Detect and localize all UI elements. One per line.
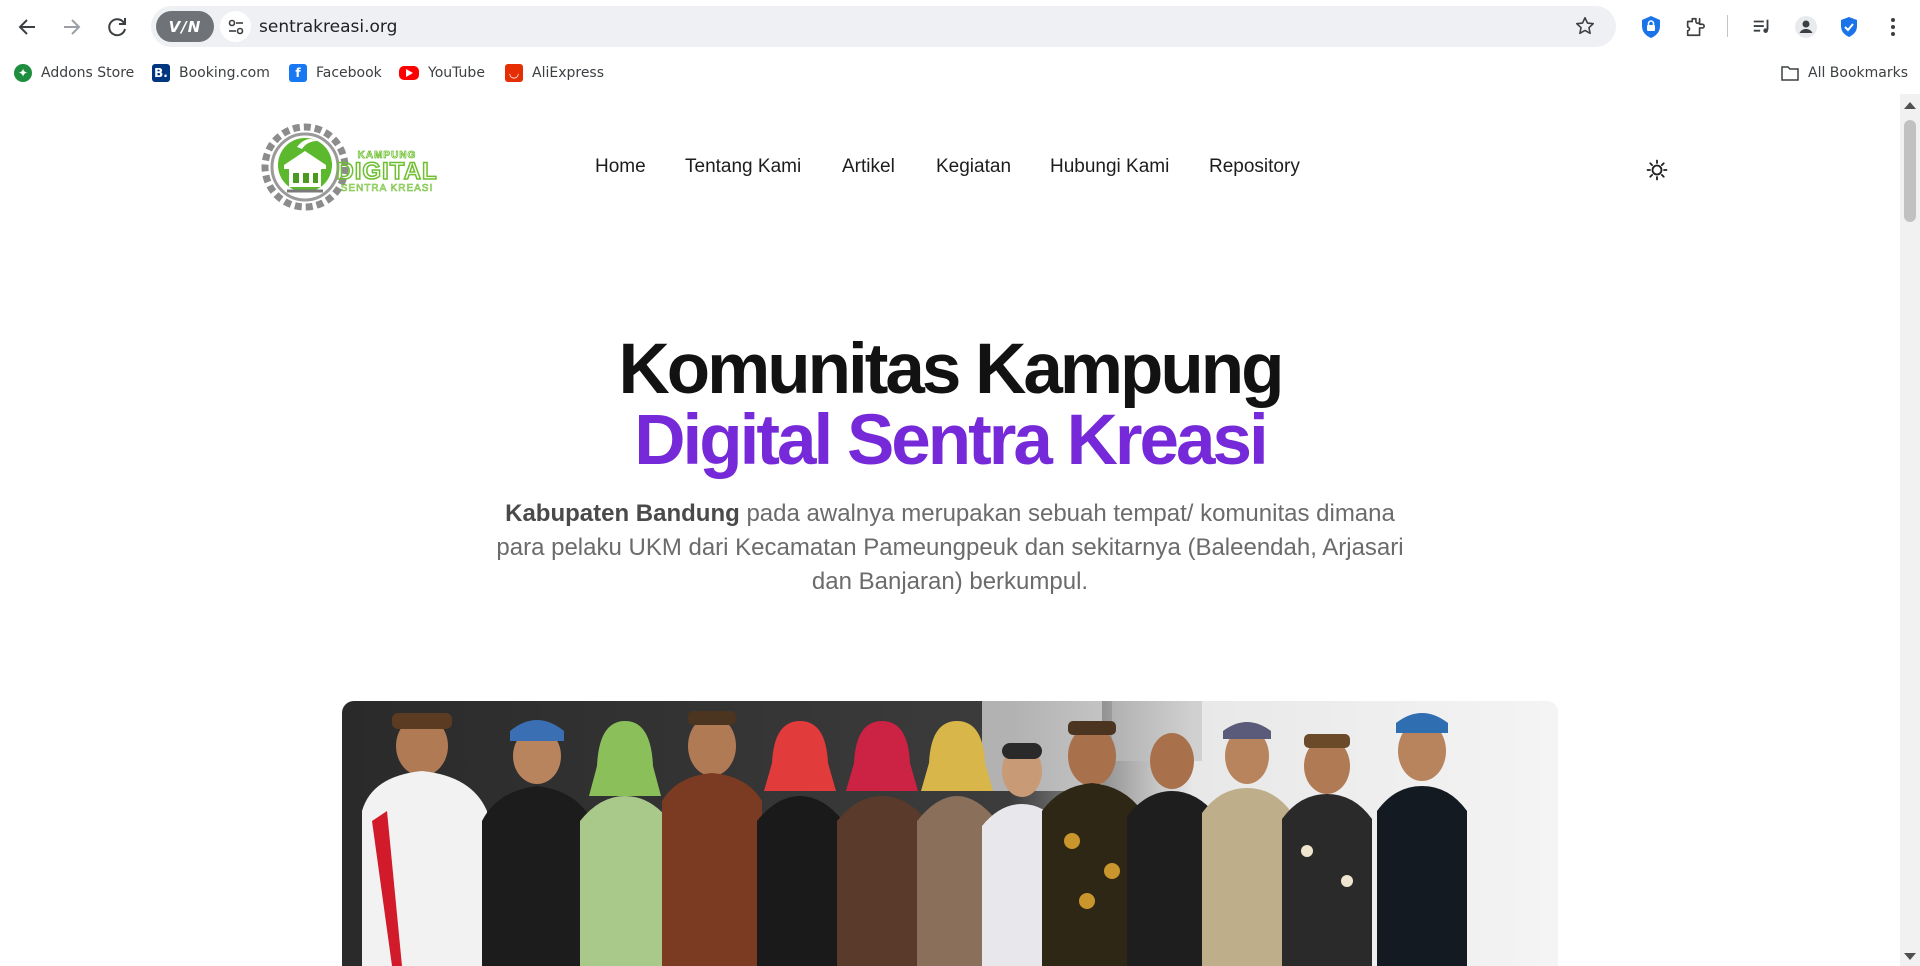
toolbar-divider [1727, 15, 1728, 37]
aliexpress-icon: ◡ [505, 64, 523, 82]
site-settings-icon[interactable] [220, 11, 251, 42]
bookmark-label: AliExpress [532, 65, 605, 81]
scroll-down-arrow-icon[interactable] [1904, 953, 1916, 960]
password-manager-icon[interactable] [1636, 12, 1666, 42]
scroll-thumb[interactable] [1904, 120, 1916, 222]
forward-icon[interactable] [55, 10, 89, 44]
bookmark-label: Booking.com [179, 65, 270, 81]
back-icon[interactable] [10, 10, 44, 44]
youtube-icon [399, 66, 419, 80]
bookmark-star-icon[interactable] [1572, 13, 1598, 39]
nav-link-repository[interactable]: Repository [1209, 156, 1300, 178]
site-logo[interactable]: KAMPUNG DIGITAL SENTRA KREASI [259, 121, 459, 211]
scroll-up-arrow-icon[interactable] [1904, 102, 1916, 109]
hero-description-bold: Kabupaten Bandung [505, 500, 740, 527]
theme-toggle-sun-icon[interactable] [1643, 156, 1671, 184]
nav-link-artikel[interactable]: Artikel [842, 156, 895, 178]
bookmark-facebook[interactable]: f Facebook [289, 62, 382, 84]
bookmark-label: Facebook [316, 65, 382, 81]
nav-link-kegiatan[interactable]: Kegiatan [936, 156, 1011, 178]
nav-link-tentang-kami[interactable]: Tentang Kami [685, 156, 801, 178]
shield-extension-icon[interactable] [1834, 12, 1864, 42]
bookmarks-bar: ✦ Addons Store B. Booking.com f Facebook… [0, 52, 1920, 94]
address-bar[interactable]: V/N sentrakreasi.org [151, 6, 1616, 47]
booking-icon: B. [152, 64, 170, 82]
gear-emblem-icon [261, 123, 349, 211]
web-page: KAMPUNG DIGITAL SENTRA KREASI Home Tenta… [0, 94, 1900, 966]
addons-store-icon: ✦ [14, 64, 32, 82]
extensions-icon[interactable] [1680, 12, 1710, 42]
logo-digital-text: DIGITAL [336, 158, 437, 185]
logo-sentra-kreasi-text: SENTRA KREASI [341, 183, 433, 194]
url-text[interactable]: sentrakreasi.org [259, 17, 397, 37]
vpn-badge[interactable]: V/N [156, 11, 214, 42]
hero-group-photo [342, 701, 1558, 966]
bookmark-booking[interactable]: B. Booking.com [152, 62, 270, 84]
folder-icon [1781, 64, 1799, 82]
bookmark-youtube[interactable]: YouTube [399, 62, 485, 84]
facebook-icon: f [289, 64, 307, 82]
bookmark-addons-store[interactable]: ✦ Addons Store [14, 62, 134, 84]
profile-avatar-icon[interactable] [1791, 12, 1821, 42]
menu-kebab-icon[interactable] [1878, 12, 1908, 42]
nav-link-home[interactable]: Home [595, 156, 646, 178]
bookmark-aliexpress[interactable]: ◡ AliExpress [505, 62, 604, 84]
all-bookmarks-label: All Bookmarks [1808, 65, 1909, 81]
page-scrollbar[interactable] [1900, 94, 1920, 966]
reload-icon[interactable] [100, 10, 134, 44]
media-control-icon[interactable] [1747, 12, 1777, 42]
hero-title-line1: Komunitas Kampung [618, 330, 1285, 409]
browser-toolbar: V/N sentrakreasi.org [0, 0, 1920, 52]
bookmark-label: Addons Store [41, 65, 135, 81]
bookmark-label: YouTube [428, 65, 485, 81]
nav-link-hubungi-kami[interactable]: Hubungi Kami [1050, 156, 1169, 178]
all-bookmarks-button[interactable]: All Bookmarks [1781, 62, 1908, 84]
hero-title-line2: Digital Sentra Kreasi [634, 401, 1268, 480]
hero-description: Kabupaten Bandung pada awalnya merupakan… [480, 497, 1420, 599]
